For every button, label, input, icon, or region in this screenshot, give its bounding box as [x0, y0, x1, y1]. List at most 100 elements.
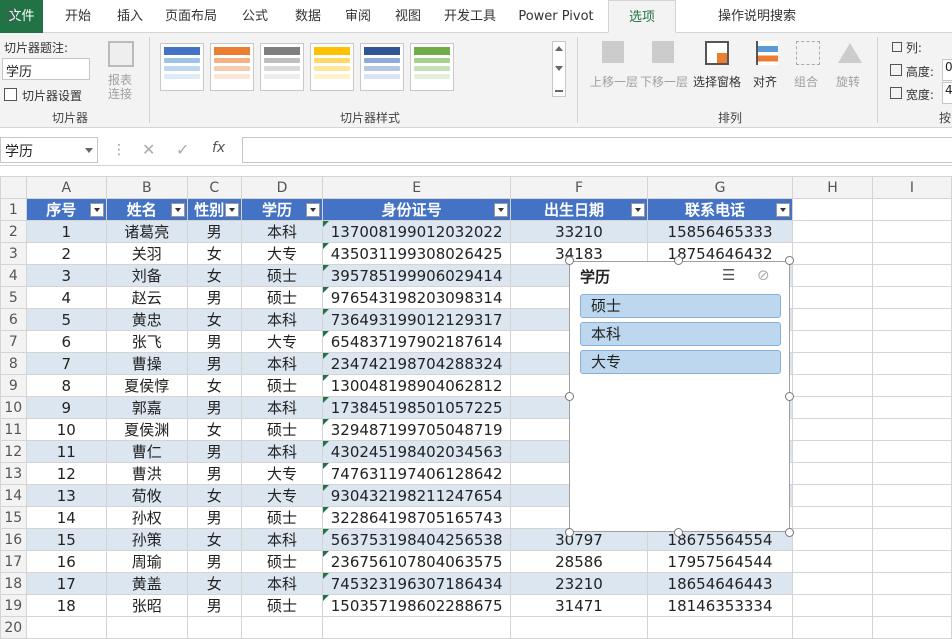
data-cell[interactable]: 395785199906029414: [322, 264, 512, 287]
column-header[interactable]: E: [322, 176, 512, 199]
data-cell[interactable]: 18654646443: [646, 572, 794, 595]
clear-filter-icon[interactable]: ⊘: [757, 266, 770, 284]
data-cell[interactable]: 2: [25, 242, 107, 265]
data-cell[interactable]: 本科: [240, 308, 324, 331]
data-cell[interactable]: 435031199308026425: [322, 242, 512, 265]
data-cell[interactable]: 大专: [240, 484, 324, 507]
slicer-style-green[interactable]: [410, 43, 454, 91]
group-button[interactable]: 组合: [793, 41, 823, 101]
data-cell[interactable]: 976543198203098314: [322, 286, 512, 309]
row-header[interactable]: 14: [0, 484, 27, 507]
data-cell[interactable]: 33210: [510, 220, 648, 243]
confirm-icon[interactable]: ✓: [176, 140, 189, 159]
data-cell[interactable]: 16: [25, 550, 107, 573]
empty-cell[interactable]: [871, 440, 952, 463]
empty-cell[interactable]: [792, 242, 873, 265]
resize-handle[interactable]: [565, 528, 574, 537]
data-cell[interactable]: 14: [25, 506, 107, 529]
data-cell[interactable]: 周瑜: [105, 550, 188, 573]
empty-cell[interactable]: [871, 616, 952, 639]
empty-cell[interactable]: [871, 418, 952, 441]
row-header[interactable]: 17: [0, 550, 27, 573]
tab-2[interactable]: 插入: [110, 0, 150, 33]
row-header[interactable]: 20: [0, 616, 27, 639]
data-cell[interactable]: 本科: [240, 528, 324, 551]
empty-cell[interactable]: [871, 220, 952, 243]
empty-cell[interactable]: [871, 330, 952, 353]
column-title-cell[interactable]: 序号: [25, 198, 107, 221]
column-header[interactable]: C: [186, 176, 242, 199]
resize-handle[interactable]: [565, 392, 574, 401]
empty-cell[interactable]: [871, 242, 952, 265]
tab-11[interactable]: 操作说明搜索: [690, 0, 830, 33]
data-cell[interactable]: 硕士: [240, 286, 324, 309]
data-cell[interactable]: 女: [186, 374, 242, 397]
column-header[interactable]: I: [871, 176, 952, 199]
data-cell[interactable]: 女: [186, 242, 242, 265]
row-header[interactable]: 1: [0, 198, 27, 221]
formula-input[interactable]: [242, 137, 952, 163]
data-cell[interactable]: 28586: [510, 550, 648, 573]
data-cell[interactable]: 747631197406128642: [322, 462, 512, 485]
data-cell[interactable]: 男: [186, 352, 242, 375]
empty-cell[interactable]: [792, 220, 873, 243]
slicer-item[interactable]: 大专: [580, 350, 781, 374]
data-cell[interactable]: 654837197902187614: [322, 330, 512, 353]
column-header[interactable]: D: [240, 176, 324, 199]
filter-dropdown-icon[interactable]: [89, 203, 104, 217]
empty-cell[interactable]: [792, 352, 873, 375]
data-cell[interactable]: 张昭: [105, 594, 188, 617]
data-cell[interactable]: 孙策: [105, 528, 188, 551]
filter-dropdown-icon[interactable]: [630, 203, 645, 217]
column-header[interactable]: B: [105, 176, 188, 199]
empty-cell[interactable]: [792, 462, 873, 485]
gallery-scroll[interactable]: [552, 41, 566, 97]
data-cell[interactable]: 6: [25, 330, 107, 353]
rotate-button[interactable]: 旋转: [835, 41, 865, 101]
row-header[interactable]: 12: [0, 440, 27, 463]
multi-select-icon[interactable]: ☰: [722, 266, 735, 284]
resize-handle[interactable]: [785, 528, 794, 537]
column-title-cell[interactable]: 姓名: [105, 198, 188, 221]
empty-cell[interactable]: [792, 330, 873, 353]
slicer-panel[interactable]: 学历 ☰ ⊘ 硕士 本科 大专: [569, 261, 790, 532]
filter-dropdown-icon[interactable]: [224, 203, 239, 217]
data-cell[interactable]: 137008199012032022: [322, 220, 512, 243]
data-cell[interactable]: 荀攸: [105, 484, 188, 507]
data-cell[interactable]: 563753198404256538: [322, 528, 512, 551]
filter-dropdown-icon[interactable]: [776, 203, 791, 217]
empty-cell[interactable]: [871, 528, 952, 551]
tab-5[interactable]: 数据: [288, 0, 328, 33]
data-cell[interactable]: 赵云: [105, 286, 188, 309]
data-cell[interactable]: 曹操: [105, 352, 188, 375]
send-backward-button[interactable]: 下移一层: [640, 41, 688, 101]
column-title-cell[interactable]: 性别: [186, 198, 242, 221]
data-cell[interactable]: 1: [25, 220, 107, 243]
data-cell[interactable]: 150357198602288675: [322, 594, 512, 617]
data-cell[interactable]: 女: [186, 484, 242, 507]
data-cell[interactable]: 5: [25, 308, 107, 331]
filter-dropdown-icon[interactable]: [494, 203, 509, 217]
data-cell[interactable]: 3: [25, 264, 107, 287]
empty-cell[interactable]: [871, 264, 952, 287]
resize-handle[interactable]: [785, 256, 794, 265]
function-icon[interactable]: fx: [212, 140, 225, 156]
tab-6[interactable]: 审阅: [338, 0, 378, 33]
data-cell[interactable]: 23210: [510, 572, 648, 595]
data-cell[interactable]: 430245198402034563: [322, 440, 512, 463]
data-cell[interactable]: 男: [186, 462, 242, 485]
filter-dropdown-icon[interactable]: [306, 203, 321, 217]
empty-cell[interactable]: [792, 550, 873, 573]
empty-cell[interactable]: [871, 308, 952, 331]
data-cell[interactable]: 236756107804063575: [322, 550, 512, 573]
bring-forward-button[interactable]: 上移一层: [590, 41, 638, 101]
cancel-icon[interactable]: ✕: [142, 140, 155, 159]
slicer-style-navy[interactable]: [360, 43, 404, 91]
slicer-item[interactable]: 本科: [580, 322, 781, 346]
data-cell[interactable]: 130048198904062812: [322, 374, 512, 397]
row-header[interactable]: 11: [0, 418, 27, 441]
data-cell[interactable]: 孙权: [105, 506, 188, 529]
data-cell[interactable]: 930432198211247654: [322, 484, 512, 507]
data-cell[interactable]: 男: [186, 220, 242, 243]
empty-cell[interactable]: [871, 572, 952, 595]
